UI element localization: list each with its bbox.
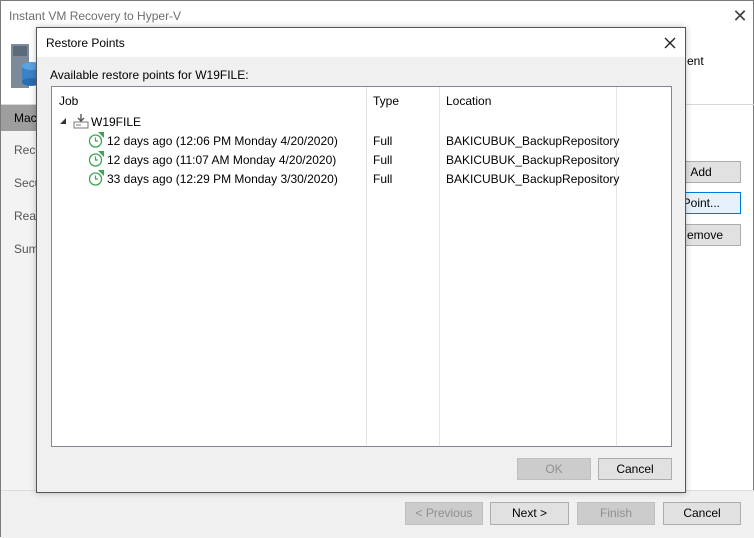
wizard-cancel-button[interactable]: Cancel: [663, 502, 741, 525]
restore-point-clock-icon: [88, 170, 104, 186]
row-job: 12 days ago (12:06 PM Monday 4/20/2020): [107, 134, 338, 148]
finish-button[interactable]: Finish: [577, 502, 655, 525]
column-separator: [366, 87, 367, 446]
row-type: Full: [373, 134, 393, 148]
nav-item-summary[interactable]: Sum: [14, 242, 39, 256]
row-location: BAKICUBUK_BackupRepository: [446, 172, 620, 186]
row-type: Full: [373, 172, 393, 186]
backup-job-icon: [73, 114, 89, 129]
row-job: 33 days ago (12:29 PM Monday 3/30/2020): [107, 172, 338, 186]
row-location: BAKICUBUK_BackupRepository: [446, 153, 620, 167]
ok-button[interactable]: OK: [517, 458, 591, 480]
column-header-type[interactable]: Type: [373, 94, 399, 108]
nav-item-machines[interactable]: Mac: [1, 105, 39, 131]
wizard-title: Instant VM Recovery to Hyper-V: [9, 9, 182, 23]
restore-point-clock-icon: [88, 151, 104, 167]
close-icon[interactable]: [658, 31, 682, 55]
tree-root-w19file[interactable]: W19FILE: [91, 115, 141, 129]
row-location: BAKICUBUK_BackupRepository: [446, 134, 620, 148]
row-type: Full: [373, 153, 393, 167]
wizard-close-icon[interactable]: ✕: [727, 4, 753, 28]
wizard-nav: Mac Reco Secu Reas Sum: [1, 105, 42, 491]
restore-points-list[interactable]: Job Type Location W19FILE 12 days ago (1…: [51, 86, 672, 447]
row-job: 12 days ago (11:07 AM Monday 4/20/2020): [107, 153, 337, 167]
collapse-arrow-icon[interactable]: [59, 117, 67, 125]
previous-button[interactable]: < Previous: [405, 502, 483, 525]
next-button[interactable]: Next >: [490, 502, 569, 525]
dialog-title: Restore Points: [46, 36, 125, 50]
column-separator: [439, 87, 440, 446]
dialog-titlebar: Restore Points: [37, 28, 685, 57]
column-header-job[interactable]: Job: [59, 94, 78, 108]
restore-points-label: Available restore points for W19FILE:: [50, 68, 249, 82]
column-header-location[interactable]: Location: [446, 94, 491, 108]
restore-point-clock-icon: [88, 132, 104, 148]
wizard-header-description: ent: [687, 54, 704, 68]
restore-points-dialog: Restore Points Available restore points …: [36, 27, 686, 493]
cancel-button[interactable]: Cancel: [598, 458, 672, 480]
